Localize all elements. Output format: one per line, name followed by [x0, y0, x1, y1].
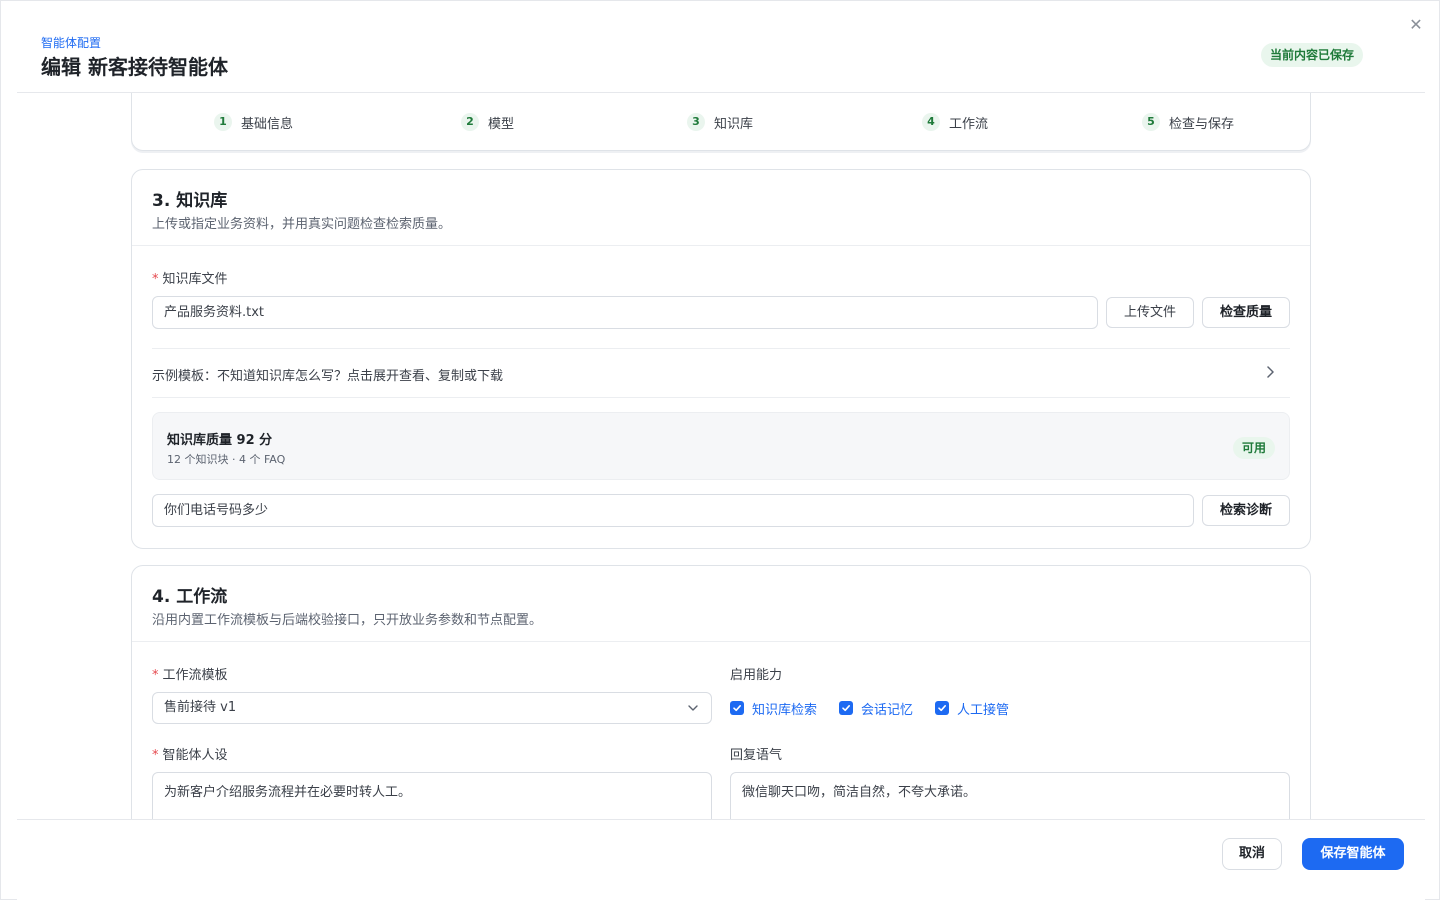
step-number: 5	[1142, 113, 1160, 131]
label-text: 智能体人设	[162, 748, 228, 763]
capability-session-memory[interactable]: 会话记忆	[839, 699, 913, 718]
card-header: 3. 知识库 上传或指定业务资料，并用真实问题检查检索质量。	[132, 170, 1310, 246]
knowledge-file-input[interactable]: 产品服务资料.txt	[152, 296, 1098, 329]
required-marker: *	[152, 748, 159, 763]
persona-textarea[interactable]: 为新客户介绍服务流程并在必要时转人工。	[152, 772, 712, 819]
step-label: 模型	[488, 116, 515, 132]
label-text: 工作流模板	[162, 668, 228, 683]
chevron-right-icon	[1267, 366, 1274, 378]
select-value: 售前接待 v1	[152, 692, 712, 724]
step-basic-info[interactable]: 1 基础信息	[214, 111, 293, 133]
label-text: 知识库文件	[162, 272, 228, 287]
agent-config-dialog: 智能体配置 编辑 新客接待智能体 当前内容已保存 ✕ 1 基础信息 2 模型 3…	[0, 0, 1440, 901]
check-quality-button[interactable]: 检查质量	[1202, 297, 1290, 328]
dialog-header: 智能体配置 编辑 新客接待智能体 当前内容已保存	[17, 1, 1425, 93]
step-number: 2	[461, 113, 479, 131]
upload-file-button[interactable]: 上传文件	[1106, 297, 1194, 328]
example-template-toggle[interactable]: 示例模板：不知道知识库怎么写？点击展开查看、复制或下载	[152, 348, 1290, 398]
field-label-knowledge-file: * 知识库文件	[152, 268, 228, 287]
page-eyebrow: 智能体配置	[41, 36, 102, 50]
step-number: 3	[687, 113, 705, 131]
field-label-capabilities: 启用能力	[730, 668, 783, 683]
dialog-footer: 取消 保存智能体	[17, 819, 1425, 901]
page-title: 编辑 新客接待智能体	[41, 55, 228, 79]
checkbox-label: 会话记忆	[861, 702, 914, 718]
reply-tone-textarea[interactable]: 微信聊天口吻，简洁自然，不夸大承诺。	[730, 772, 1290, 819]
capability-knowledge-retrieval[interactable]: 知识库检索	[730, 699, 817, 718]
checkbox-label: 知识库检索	[752, 702, 818, 718]
step-label: 基础信息	[241, 116, 294, 132]
step-number: 1	[214, 113, 232, 131]
workflow-template-select[interactable]: 售前接待 v1	[152, 692, 712, 724]
checkbox-label: 人工接管	[957, 702, 1010, 718]
stepper: 1 基础信息 2 模型 3 知识库 4 工作流 5 检查与保存	[131, 93, 1311, 151]
card-header: 4. 工作流 沿用内置工作流模板与后端校验接口，只开放业务参数和节点配置。	[132, 566, 1310, 642]
field-label-persona: * 智能体人设	[152, 744, 228, 763]
step-knowledge[interactable]: 3 知识库	[687, 111, 753, 133]
step-review-save[interactable]: 5 检查与保存	[1142, 111, 1234, 133]
card-description: 上传或指定业务资料，并用真实问题检查检索质量。	[152, 217, 452, 232]
saved-status-badge: 当前内容已保存	[1261, 43, 1364, 67]
form-scroll-area[interactable]: 1 基础信息 2 模型 3 知识库 4 工作流 5 检查与保存 3. 知识库 上…	[1, 93, 1440, 819]
close-icon[interactable]: ✕	[1406, 15, 1426, 35]
step-label: 检查与保存	[1169, 116, 1235, 132]
required-marker: *	[152, 668, 159, 683]
workflow-card: 4. 工作流 沿用内置工作流模板与后端校验接口，只开放业务参数和节点配置。 * 工…	[131, 565, 1311, 819]
step-label: 工作流	[949, 116, 989, 132]
capability-human-takeover[interactable]: 人工接管	[935, 699, 1009, 718]
checkbox-checked-icon[interactable]	[839, 701, 854, 715]
quality-stats: 12 个知识块 · 4 个 FAQ	[167, 453, 286, 466]
usable-status-badge: 可用	[1232, 437, 1275, 459]
field-label-workflow-template: * 工作流模板	[152, 664, 228, 683]
retrieval-query-input[interactable]: 你们电话号码多少	[152, 494, 1194, 527]
knowledge-card: 3. 知识库 上传或指定业务资料，并用真实问题检查检索质量。 * 知识库文件 产品…	[131, 169, 1311, 549]
step-number: 4	[922, 113, 940, 131]
checkbox-checked-icon[interactable]	[730, 701, 744, 715]
required-marker: *	[152, 272, 159, 287]
chevron-down-icon	[688, 705, 698, 711]
checkbox-checked-icon[interactable]	[935, 701, 950, 715]
field-label-reply-tone: 回复语气	[730, 748, 783, 763]
card-title: 4. 工作流	[152, 587, 228, 607]
step-label: 知识库	[714, 116, 754, 132]
quality-summary: 知识库质量 92 分 12 个知识块 · 4 个 FAQ 可用	[152, 412, 1290, 480]
card-title: 3. 知识库	[152, 191, 228, 211]
example-template-text: 示例模板：不知道知识库怎么写？点击展开查看、复制或下载	[152, 369, 504, 384]
capability-checkboxes: 知识库检索 会话记忆 人工接管	[730, 696, 1031, 720]
step-workflow[interactable]: 4 工作流	[922, 111, 988, 133]
retrieval-diagnose-button[interactable]: 检索诊断	[1202, 495, 1290, 526]
quality-score: 知识库质量 92 分	[167, 433, 273, 448]
save-agent-button[interactable]: 保存智能体	[1302, 838, 1404, 870]
step-model[interactable]: 2 模型	[461, 111, 514, 133]
card-description: 沿用内置工作流模板与后端校验接口，只开放业务参数和节点配置。	[152, 613, 543, 628]
cancel-button[interactable]: 取消	[1222, 838, 1282, 870]
